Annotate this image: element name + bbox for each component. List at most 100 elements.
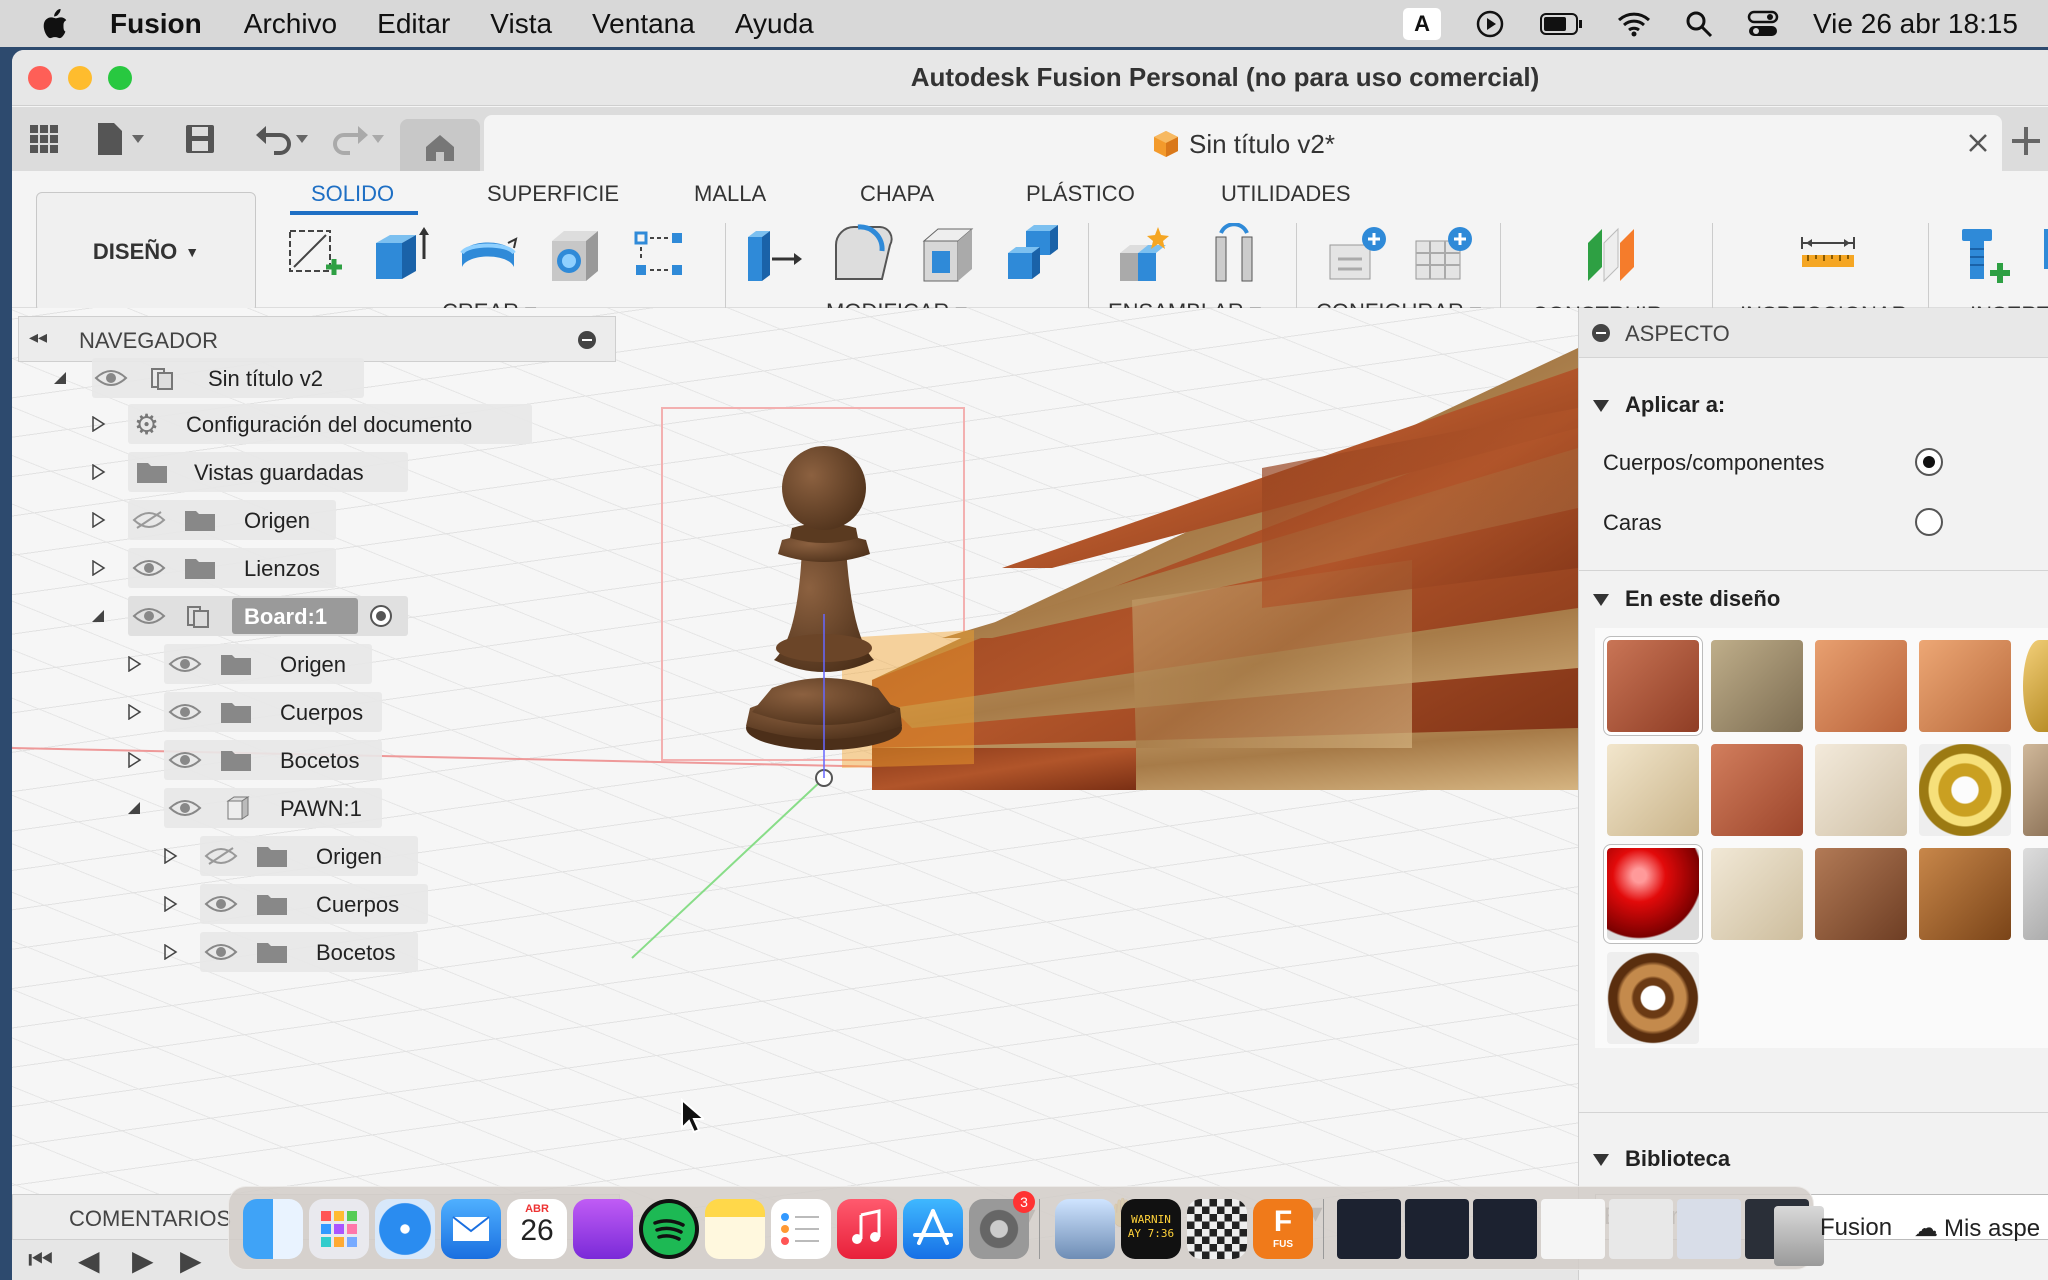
tree-row-pawn-bodies[interactable]: Cuerpos [12, 884, 632, 924]
visibility-eye-icon[interactable] [204, 942, 238, 962]
podcasts-icon[interactable] [573, 1199, 633, 1259]
swatch-partial-2[interactable] [2023, 848, 2048, 940]
fillet-icon[interactable] [830, 223, 894, 287]
swatch-ash[interactable] [1711, 848, 1803, 940]
new-tab-icon[interactable] [2006, 121, 2046, 161]
menu-ventana[interactable]: Ventana [592, 8, 695, 40]
chess-board[interactable] [872, 348, 1578, 790]
swatch-oak[interactable] [1815, 640, 1907, 732]
safari-icon[interactable] [375, 1199, 435, 1259]
expanded-triangle-icon[interactable] [52, 370, 68, 386]
workspace-switcher[interactable]: DISEÑO ▼ [36, 192, 256, 312]
preview-icon[interactable] [1055, 1199, 1115, 1259]
notes-icon[interactable] [705, 1199, 765, 1259]
recent-window-2[interactable] [1405, 1199, 1469, 1259]
home-tab[interactable] [400, 119, 480, 171]
visibility-eye-icon[interactable] [168, 654, 202, 674]
mail-icon[interactable] [441, 1199, 501, 1259]
spotlight-search-icon[interactable] [1685, 10, 1713, 38]
menu-editar[interactable]: Editar [377, 8, 450, 40]
recent-window-6[interactable] [1677, 1199, 1741, 1259]
new-component-icon[interactable] [1114, 223, 1178, 287]
app-store-icon[interactable] [903, 1199, 963, 1259]
launchpad-icon[interactable] [309, 1199, 369, 1259]
visibility-eye-icon[interactable] [168, 798, 202, 818]
expanded-triangle-icon[interactable] [90, 608, 106, 624]
combine-icon[interactable] [1002, 223, 1066, 287]
minimize-panel-icon[interactable] [577, 330, 597, 350]
joint-icon[interactable] [1202, 223, 1266, 287]
expanded-triangle-icon[interactable] [1593, 594, 1609, 606]
swatch-partial[interactable] [2023, 744, 2048, 836]
press-pull-icon[interactable] [742, 223, 806, 287]
option-bodies-radio[interactable] [1915, 448, 1943, 476]
step-back-icon[interactable]: ◀ [78, 1244, 100, 1277]
swatch-mahogany[interactable] [1711, 744, 1803, 836]
visibility-eye-icon[interactable] [132, 558, 166, 578]
screen-record-icon[interactable] [1475, 9, 1505, 39]
visibility-eye-icon[interactable] [204, 894, 238, 914]
calendar-icon[interactable]: ABR 26 [507, 1199, 567, 1259]
tree-row-board-bodies[interactable]: Cuerpos [12, 692, 632, 732]
file-menu-icon[interactable] [92, 119, 148, 159]
system-settings-icon[interactable]: 3 [969, 1191, 1035, 1259]
apple-icon[interactable] [40, 8, 70, 40]
extrude-icon[interactable] [368, 223, 432, 287]
menu-app-name[interactable]: Fusion [110, 8, 202, 40]
tab-superficie[interactable]: SUPERFICIE [487, 181, 619, 207]
swatch-walnut-light[interactable] [1815, 848, 1907, 940]
expanded-triangle-icon[interactable] [1593, 400, 1609, 412]
reminders-icon[interactable] [771, 1199, 831, 1259]
collapsed-triangle-icon[interactable] [90, 512, 106, 528]
collapsed-triangle-icon[interactable] [90, 416, 106, 432]
collapsed-triangle-icon[interactable] [162, 944, 178, 960]
collapsed-triangle-icon[interactable] [90, 560, 106, 576]
canvas-viewport[interactable]: ◂◂ NAVEGADOR Sin título v2 ⚙ Configuraci… [12, 308, 1578, 1280]
close-tab-icon[interactable] [1966, 131, 1990, 155]
collapsed-triangle-icon[interactable] [162, 896, 178, 912]
collapsed-triangle-icon[interactable] [126, 656, 142, 672]
revolve-icon[interactable] [456, 223, 520, 287]
minimize-panel-icon[interactable] [1591, 323, 1611, 343]
create-sketch-icon[interactable] [282, 223, 346, 287]
tree-row-board-sketches[interactable]: Bocetos [12, 740, 632, 780]
tab-malla[interactable]: MALLA [694, 181, 766, 207]
tree-row-board[interactable]: Board:1 [12, 596, 632, 636]
collapsed-triangle-icon[interactable] [126, 704, 142, 720]
tab-utilidades[interactable]: UTILIDADES [1221, 181, 1351, 207]
visibility-eye-icon[interactable] [94, 368, 128, 388]
swatch-maple[interactable] [1607, 744, 1699, 836]
shell-icon[interactable] [916, 223, 980, 287]
option-faces-radio[interactable] [1915, 508, 1943, 536]
tree-row-origin[interactable]: Origen [12, 500, 632, 540]
tree-row-board-origin[interactable]: Origen [12, 644, 632, 684]
music-icon[interactable] [837, 1199, 897, 1259]
redo-icon[interactable] [328, 119, 388, 159]
tab-plastico[interactable]: PLÁSTICO [1026, 181, 1135, 207]
configure-icon[interactable] [1326, 223, 1390, 287]
recent-window-5[interactable] [1609, 1199, 1673, 1259]
expanded-triangle-icon[interactable] [1593, 1154, 1609, 1166]
collapsed-triangle-icon[interactable] [90, 464, 106, 480]
tree-row-pawn-sketches[interactable]: Bocetos [12, 932, 632, 972]
taskbar-appearances-label[interactable]: ☁ Mis aspe [1914, 1214, 2040, 1243]
hole-icon[interactable] [542, 223, 606, 287]
trash-icon[interactable] [1774, 1206, 1824, 1266]
configuration-table-icon[interactable] [1412, 223, 1476, 287]
offset-plane-icon[interactable] [1580, 223, 1644, 287]
console-icon[interactable]: WARNIN AY 7:36 [1121, 1199, 1181, 1259]
swatch-bronze-ring[interactable] [1607, 952, 1699, 1044]
swatch-birch[interactable] [1815, 744, 1907, 836]
swatch-pine[interactable] [1919, 640, 2011, 732]
tree-row-pawn-origin[interactable]: Origen [12, 836, 632, 876]
finder-icon[interactable] [243, 1199, 303, 1259]
swatch-gold-partial[interactable] [2023, 640, 2048, 732]
fusion-app-icon[interactable]: F FUS [1253, 1199, 1313, 1259]
tree-row-root[interactable]: Sin título v2 [12, 358, 632, 398]
chess-app-icon[interactable] [1187, 1199, 1247, 1259]
collapsed-triangle-icon[interactable] [126, 752, 142, 768]
wifi-icon[interactable] [1617, 11, 1651, 37]
menu-archivo[interactable]: Archivo [244, 8, 337, 40]
hidden-eye-icon[interactable] [204, 846, 238, 866]
control-center-icon[interactable] [1747, 10, 1779, 38]
